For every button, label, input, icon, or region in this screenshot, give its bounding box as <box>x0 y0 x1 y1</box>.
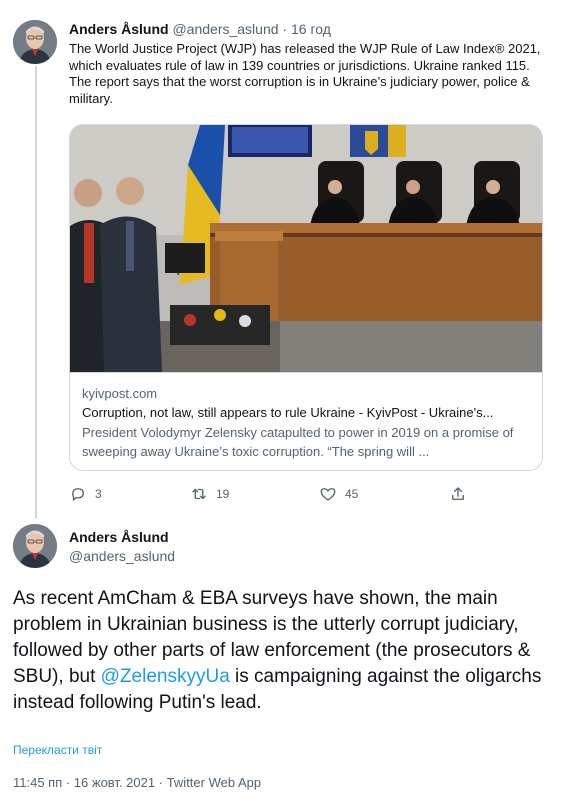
translate-tweet-link[interactable]: Перекласти твіт <box>13 743 102 757</box>
reply-count: 3 <box>95 487 102 501</box>
tweet-timestamp[interactable]: 11:45 пп · 16 жовт. 2021 <box>13 775 155 790</box>
card-title: Corruption, not law, still appears to ru… <box>82 405 494 420</box>
tweet-meta: 11:45 пп · 16 жовт. 2021 · Twitter Web A… <box>13 775 261 790</box>
card-text: kyivpost.com Corruption, not law, still … <box>70 372 542 470</box>
like-count: 45 <box>345 487 359 501</box>
share-button[interactable] <box>449 484 467 504</box>
avatar[interactable] <box>13 524 57 568</box>
link-preview-card[interactable]: kyivpost.com Corruption, not law, still … <box>69 124 543 471</box>
tweet-source[interactable]: Twitter Web App <box>167 775 261 790</box>
author-handle[interactable]: @anders_aslund <box>172 21 278 37</box>
author-name[interactable]: Anders Åslund <box>69 21 169 37</box>
retweet-icon <box>192 488 206 500</box>
card-domain: kyivpost.com <box>82 386 158 401</box>
tweet-actions: 3 19 45 <box>69 484 469 504</box>
like-button[interactable]: 45 <box>319 484 358 504</box>
reply-button[interactable]: 3 <box>69 484 102 504</box>
tweet-text: As recent AmCham & EBA surveys have show… <box>13 586 553 716</box>
share-icon <box>452 487 464 500</box>
like-icon <box>320 488 336 501</box>
tweet-text: The World Justice Project (WJP) has rele… <box>69 41 541 106</box>
separator-dot: · <box>158 775 164 790</box>
retweet-button[interactable]: 19 <box>190 484 229 504</box>
tweet-time[interactable]: 16 год <box>291 21 331 37</box>
retweet-count: 19 <box>216 487 230 501</box>
card-image <box>70 125 542 372</box>
avatar-photo <box>13 524 57 568</box>
author-name[interactable]: Anders Åslund <box>69 528 169 546</box>
mention-link[interactable]: @ZelenskyyUa <box>101 666 230 687</box>
tweet-header: Anders Åslund @anders_aslund · 16 год <box>69 20 331 38</box>
reply-icon <box>72 488 84 501</box>
author-handle[interactable]: @anders_aslund <box>69 547 175 565</box>
avatar[interactable] <box>13 20 57 64</box>
thread-connector-line <box>35 66 37 518</box>
card-description: President Volodymyr Zelensky catapulted … <box>82 425 514 459</box>
avatar-photo <box>13 20 57 64</box>
separator-dot: · <box>282 21 288 37</box>
